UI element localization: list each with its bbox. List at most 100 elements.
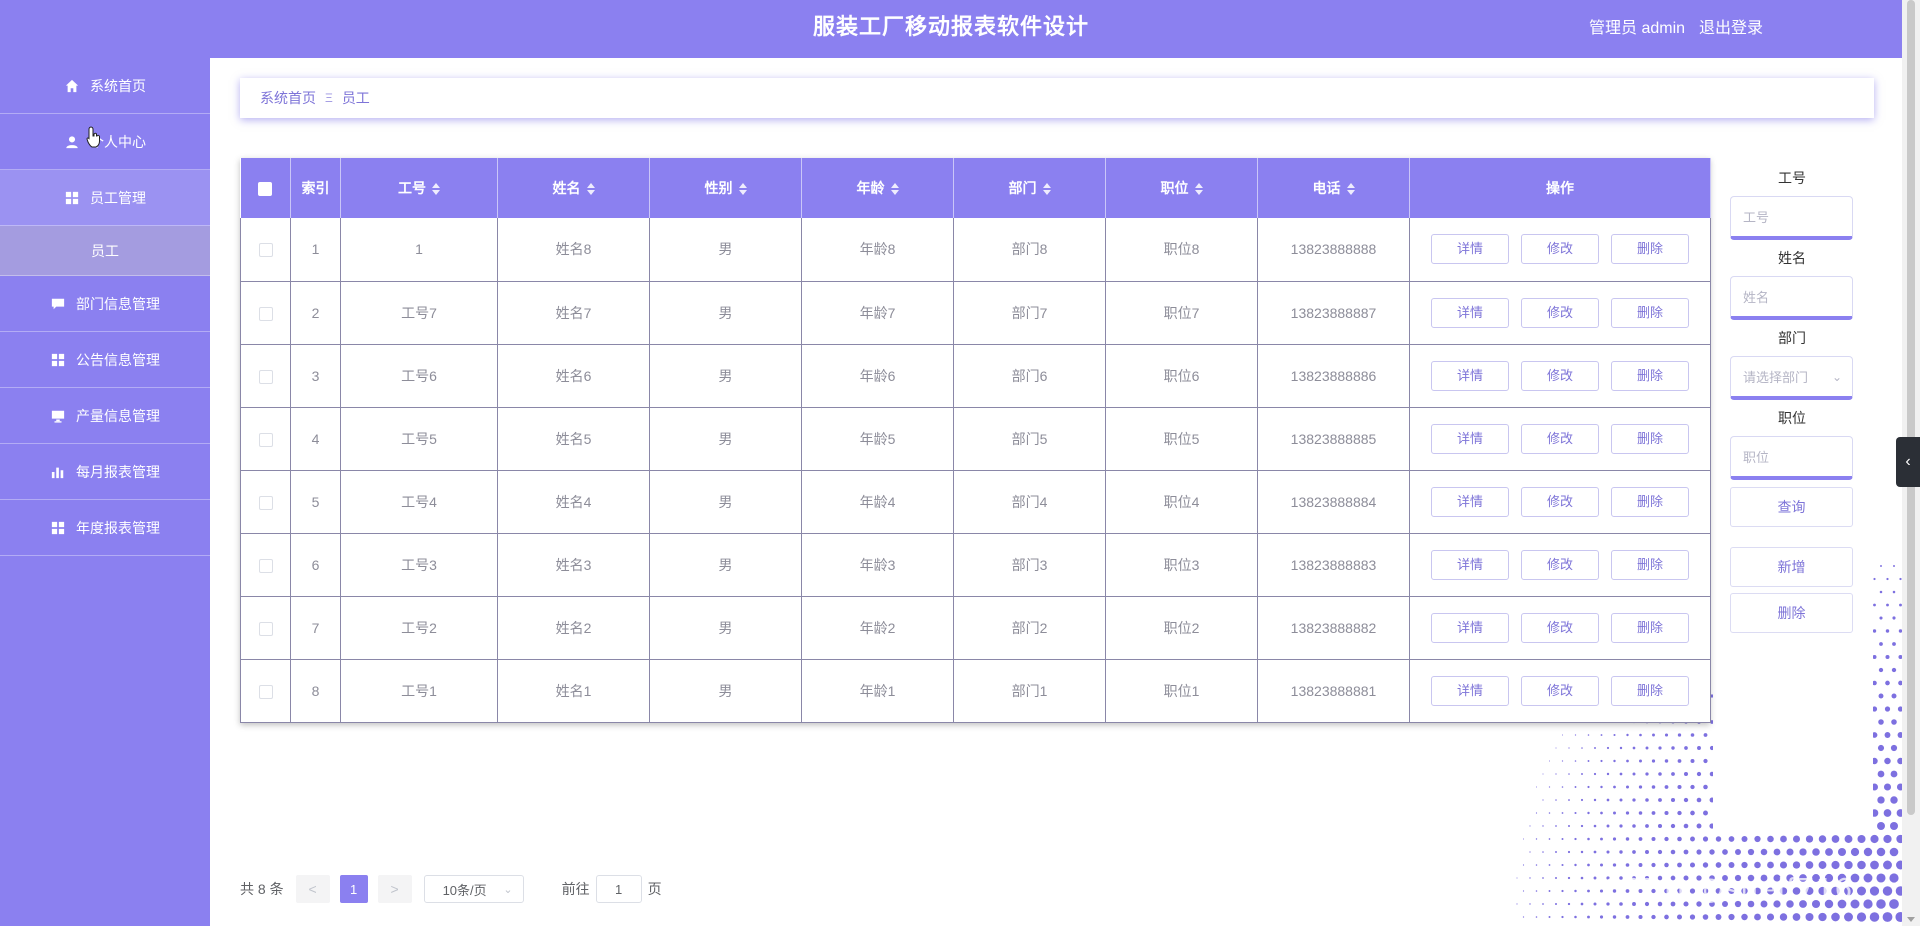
edit-button[interactable]: 修改 (1521, 549, 1599, 580)
table-row: 7 工号2 姓名2 男 年龄2 部门2 职位2 13823888882 详情 修改… (240, 596, 1711, 660)
mouse-cursor-icon (86, 126, 100, 148)
gender-cell: 男 (649, 281, 802, 345)
column-header-label: 索引 (301, 180, 330, 196)
row-checkbox[interactable] (258, 432, 273, 447)
edit-button[interactable]: 修改 (1521, 297, 1599, 328)
delete-button[interactable]: 删除 (1611, 675, 1689, 706)
collapse-panel-button[interactable]: ‹ (1896, 437, 1920, 487)
breadcrumb-home[interactable]: 系统首页 (260, 88, 316, 108)
delete-button[interactable]: 删除 (1611, 549, 1689, 580)
page-size-select[interactable]: 10条/页 ⌄ (423, 875, 524, 903)
column-header-gender[interactable]: 性别 (649, 158, 802, 218)
query-button[interactable]: 查询 (1730, 487, 1853, 527)
sidebar-item-department[interactable]: 部门信息管理 (0, 276, 210, 332)
detail-button[interactable]: 详情 (1431, 486, 1509, 517)
delete-button[interactable]: 删除 (1611, 486, 1689, 517)
goto-page-input[interactable]: 1 (595, 875, 642, 903)
row-select-cell (240, 407, 291, 471)
column-header-label: 操作 (1546, 180, 1574, 196)
index-cell: 5 (290, 470, 341, 534)
position-cell: 职位8 (1105, 218, 1258, 282)
id-cell: 工号1 (340, 659, 498, 723)
delete-button[interactable]: 删除 (1611, 234, 1689, 265)
delete-button[interactable]: 删除 (1611, 360, 1689, 391)
phone-cell: 13823888881 (1257, 659, 1410, 723)
column-header-label: 年龄 (856, 180, 885, 196)
sort-icon[interactable] (890, 183, 899, 196)
column-header-age[interactable]: 年龄 (801, 158, 954, 218)
sort-icon[interactable] (1194, 183, 1203, 196)
next-page-button[interactable]: > (377, 875, 412, 903)
sidebar-subitem-employee[interactable]: 员工 (0, 226, 210, 276)
dept-cell: 部门6 (953, 344, 1106, 408)
delete-button[interactable]: 删除 (1611, 297, 1689, 328)
name-cell: 姓名6 (497, 344, 650, 408)
detail-button[interactable]: 详情 (1431, 612, 1509, 643)
sidebar-item-annual-report[interactable]: 年度报表管理 (0, 500, 210, 556)
sort-icon[interactable] (586, 183, 595, 196)
column-header-name[interactable]: 姓名 (497, 158, 650, 218)
sort-icon[interactable] (738, 183, 747, 196)
delete-button[interactable]: 删除 (1611, 612, 1689, 643)
row-checkbox[interactable] (258, 495, 273, 510)
breadcrumb-current: 员工 (341, 90, 370, 106)
index-cell: 4 (290, 407, 341, 471)
row-checkbox[interactable] (258, 369, 273, 384)
edit-button[interactable]: 修改 (1521, 360, 1599, 391)
name-search-input[interactable]: 姓名 (1730, 276, 1853, 320)
detail-button[interactable]: 详情 (1431, 675, 1509, 706)
row-checkbox[interactable] (258, 621, 273, 636)
select-all-cell (240, 158, 291, 218)
row-select-cell (240, 281, 291, 345)
name-cell: 姓名5 (497, 407, 650, 471)
edit-button[interactable]: 修改 (1521, 486, 1599, 517)
column-header-id[interactable]: 工号 (340, 158, 498, 218)
detail-button[interactable]: 详情 (1431, 297, 1509, 328)
sidebar-item-monthly-report[interactable]: 每月报表管理 (0, 444, 210, 500)
column-header-phone[interactable]: 电话 (1257, 158, 1410, 218)
position-search-input[interactable]: 职位 (1730, 436, 1853, 480)
actions-cell: 详情 修改 删除 (1409, 344, 1711, 408)
chat-icon (50, 296, 66, 312)
sidebar-item-label: 年度报表管理 (76, 519, 160, 536)
column-header-position[interactable]: 职位 (1105, 158, 1258, 218)
row-checkbox[interactable] (258, 306, 273, 321)
dept-select[interactable]: 请选择部门 ⌄ (1730, 356, 1853, 400)
sort-icon[interactable] (432, 183, 440, 196)
id-search-input[interactable]: 工号 (1730, 196, 1853, 240)
detail-button[interactable]: 详情 (1431, 360, 1509, 391)
edit-button[interactable]: 修改 (1521, 612, 1599, 643)
sort-icon[interactable] (1346, 183, 1355, 196)
sidebar-item-profile[interactable]: 个人中心 (0, 114, 210, 170)
delete-button[interactable]: 删除 (1611, 423, 1689, 454)
detail-button[interactable]: 详情 (1431, 549, 1509, 580)
prev-page-button[interactable]: < (295, 875, 330, 903)
scroll-down-icon[interactable] (1907, 917, 1915, 922)
grid-icon (50, 520, 66, 536)
sidebar-item-home[interactable]: 系统首页 (0, 58, 210, 114)
row-checkbox[interactable] (258, 684, 273, 699)
actions-cell: 详情 修改 删除 (1409, 470, 1711, 534)
position-cell: 职位7 (1105, 281, 1258, 345)
add-button[interactable]: 新增 (1730, 547, 1853, 587)
sidebar-item-employee-management[interactable]: 员工管理 (0, 170, 210, 226)
sidebar-item-output[interactable]: 产量信息管理 (0, 388, 210, 444)
sort-icon[interactable] (1042, 183, 1051, 196)
select-all-checkbox[interactable] (258, 182, 273, 197)
column-header-dept[interactable]: 部门 (953, 158, 1106, 218)
batch-delete-button[interactable]: 删除 (1730, 593, 1853, 633)
sidebar-item-label: 每月报表管理 (76, 463, 160, 480)
row-checkbox[interactable] (258, 558, 273, 573)
logout-link[interactable]: 退出登录 (1699, 14, 1763, 38)
detail-button[interactable]: 详情 (1431, 234, 1509, 265)
name-cell: 姓名2 (497, 596, 650, 660)
edit-button[interactable]: 修改 (1521, 234, 1599, 265)
sidebar-item-notice[interactable]: 公告信息管理 (0, 332, 210, 388)
detail-button[interactable]: 详情 (1431, 423, 1509, 454)
page-number-button[interactable]: 1 (339, 875, 368, 903)
edit-button[interactable]: 修改 (1521, 423, 1599, 454)
edit-button[interactable]: 修改 (1521, 675, 1599, 706)
row-checkbox[interactable] (258, 243, 273, 258)
scrollbar-thumb[interactable] (1907, 0, 1915, 815)
age-cell: 年龄2 (801, 596, 954, 660)
